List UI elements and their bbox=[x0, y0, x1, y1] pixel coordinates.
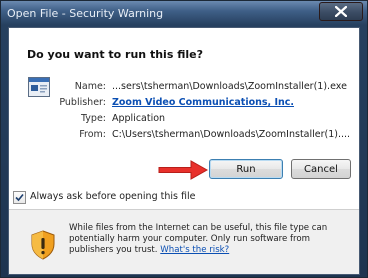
always-ask-label: Always ask before opening this file bbox=[30, 191, 196, 202]
cancel-button[interactable]: Cancel bbox=[291, 159, 351, 179]
title-bar[interactable]: Open File - Security Warning bbox=[1, 1, 367, 25]
type-label: Type: bbox=[80, 113, 106, 124]
type-value: Application bbox=[112, 113, 166, 124]
publisher-label: Publisher: bbox=[59, 97, 106, 108]
warning-text: While files from the Internet can be use… bbox=[69, 223, 354, 256]
run-button[interactable]: Run bbox=[209, 159, 283, 179]
always-ask-checkbox[interactable] bbox=[13, 191, 26, 204]
close-icon bbox=[335, 6, 347, 17]
security-warning-window: Open File - Security Warning Do you want… bbox=[0, 0, 368, 278]
from-value: C:\Users\tsherman\Downloads\ZoomInstalle… bbox=[112, 129, 351, 140]
close-button[interactable] bbox=[319, 2, 363, 21]
publisher-link[interactable]: Zoom Video Communications, Inc. bbox=[112, 97, 294, 108]
security-shield-icon bbox=[31, 230, 55, 260]
name-label: Name: bbox=[74, 81, 106, 92]
checkmark-icon bbox=[15, 193, 24, 202]
from-label: From: bbox=[79, 129, 106, 140]
whats-the-risk-link[interactable]: What's the risk? bbox=[160, 245, 229, 255]
window-title: Open File - Security Warning bbox=[7, 7, 164, 20]
dialog-question: Do you want to run this file? bbox=[27, 48, 203, 61]
name-value: ...sers\tsherman\Downloads\ZoomInstaller… bbox=[112, 81, 347, 92]
red-arrow-icon bbox=[158, 160, 209, 180]
warning-footer: While files from the Internet can be use… bbox=[9, 210, 359, 274]
dialog-body: Do you want to run this file? Name: ...s… bbox=[8, 27, 360, 275]
screen: Open File - Security Warning Do you want… bbox=[0, 0, 368, 278]
